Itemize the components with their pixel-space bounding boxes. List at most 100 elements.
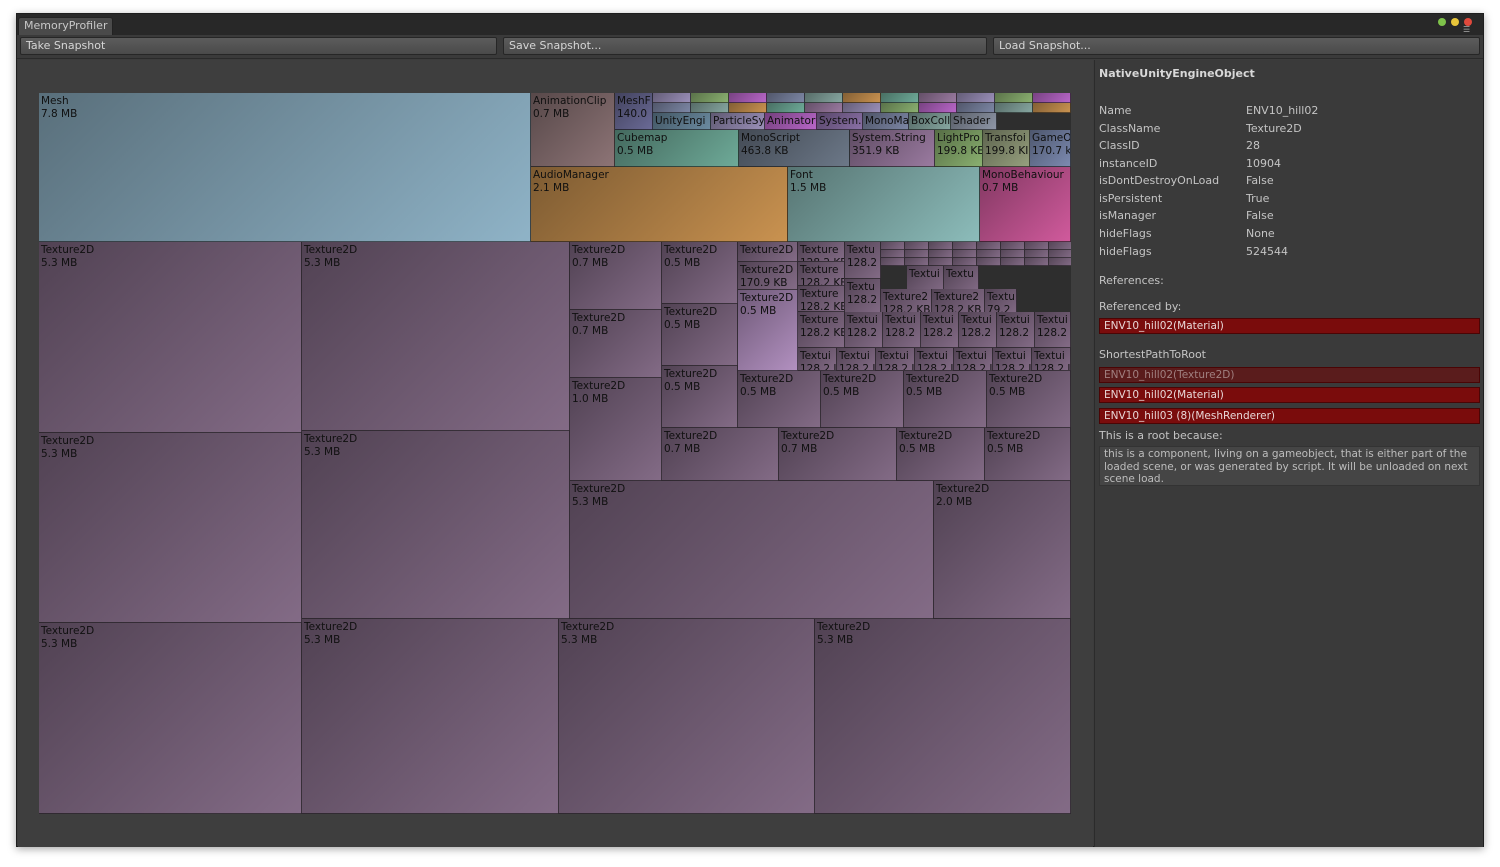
shortest-path-item[interactable]: ENV10_hill02(Texture2D) [1099, 367, 1480, 383]
treemap-small-cell[interactable] [653, 103, 691, 113]
treemap-cell[interactable]: Texture2D 0.5 MB [662, 304, 738, 366]
treemap-cell[interactable]: Texture2D 0.5 MB [738, 371, 821, 428]
treemap-small-cell[interactable] [881, 258, 905, 266]
treemap-small-cell[interactable] [1049, 258, 1071, 266]
treemap-cell[interactable]: Texture128.2 KB [798, 312, 845, 348]
treemap-cell[interactable]: Textui 128.2 I [954, 348, 993, 371]
treemap-small-cell[interactable] [905, 250, 929, 258]
treemap-small-cell[interactable] [767, 103, 805, 113]
treemap-small-cell[interactable] [1033, 103, 1071, 113]
treemap-cell[interactable]: Texture2D 0.7 MB [570, 310, 662, 378]
referenced-by-item[interactable]: ENV10_hill02(Material) [1099, 318, 1480, 334]
treemap-cell[interactable]: Textu 128.2 [845, 242, 881, 279]
treemap-cell[interactable]: Textui 128.2 [921, 312, 959, 348]
treemap-small-cell[interactable] [957, 103, 995, 113]
maximize-icon[interactable] [1438, 18, 1446, 26]
treemap-small-cell[interactable] [767, 93, 805, 103]
treemap-small-cell[interactable] [691, 103, 729, 113]
treemap-cell[interactable]: Textui 128.2 I [876, 348, 915, 371]
treemap-small-cell[interactable] [905, 242, 929, 250]
treemap-small-cell[interactable] [953, 242, 977, 250]
treemap-cell[interactable]: MonoScript 463.8 KB [739, 130, 850, 167]
treemap-cell[interactable]: AnimationClip 0.7 MB [531, 93, 615, 167]
treemap-cell[interactable]: Texture2D 5.3 MB [559, 619, 815, 814]
treemap-small-cell[interactable] [1025, 242, 1049, 250]
treemap-cell[interactable]: Texture128.2 KB [798, 286, 845, 312]
treemap-small-cell[interactable] [881, 93, 919, 103]
treemap-cell[interactable]: MeshF 140.0 [615, 93, 653, 130]
treemap-cell[interactable]: MonoMa [863, 113, 909, 130]
menu-icon[interactable]: ☰ [1463, 26, 1475, 34]
treemap-cell[interactable]: Texture2D 0.5 MB [738, 290, 798, 371]
treemap-cell[interactable]: Texture2D 0.5 MB [987, 371, 1071, 428]
treemap-cell[interactable]: Textui 128.2 I [1032, 348, 1071, 371]
save-snapshot-button[interactable]: Save Snapshot... [503, 37, 987, 55]
treemap-small-cell[interactable] [995, 93, 1033, 103]
treemap-small-cell[interactable] [805, 103, 843, 113]
treemap-cell[interactable]: Texture2D 5.3 MB [39, 623, 302, 814]
treemap-small-cell[interactable] [805, 93, 843, 103]
treemap-cell[interactable]: Texture2D 5.3 MB [302, 242, 570, 431]
treemap-cell[interactable]: Texture128.2 KB [798, 242, 845, 262]
treemap-small-cell[interactable] [977, 242, 1001, 250]
treemap-small-cell[interactable] [953, 258, 977, 266]
treemap-cell[interactable]: Shader [951, 113, 997, 130]
treemap-cell[interactable]: Texture2D 0.5 MB [904, 371, 987, 428]
treemap-small-cell[interactable] [1001, 258, 1025, 266]
treemap-small-cell[interactable] [957, 93, 995, 103]
treemap-cell[interactable]: Texture2D 2.0 MB [934, 481, 1071, 619]
treemap-cell[interactable]: Texture2D 170.9 KB [738, 262, 798, 290]
treemap-small-cell[interactable] [1049, 242, 1071, 250]
treemap-cell[interactable]: Texture2D 0.7 MB [779, 428, 897, 481]
treemap-small-cell[interactable] [977, 250, 1001, 258]
treemap-cell[interactable]: Texture2D 0.7 MB [570, 242, 662, 310]
treemap-small-cell[interactable] [919, 93, 957, 103]
treemap-cell[interactable]: Cubemap 0.5 MB [615, 130, 739, 167]
treemap-small-cell[interactable] [881, 250, 905, 258]
treemap-cell[interactable]: Textui 128.2 I [798, 348, 837, 371]
treemap-cell[interactable]: ParticleSy [711, 113, 765, 130]
treemap-cell[interactable]: Texture2D 0.7 MB [662, 428, 779, 481]
treemap-cell[interactable]: Texture2D 1.0 MB [570, 378, 662, 481]
treemap-small-cell[interactable] [653, 93, 691, 103]
treemap-cell[interactable]: Transfoi 199.8 KI [983, 130, 1030, 167]
treemap-cell[interactable]: Mesh 7.8 MB [39, 93, 531, 242]
treemap-cell[interactable]: Texture2D 0.5 MB [662, 366, 738, 428]
treemap-cell[interactable]: Textui 128.2 [1035, 312, 1071, 348]
treemap-small-cell[interactable] [929, 250, 953, 258]
load-snapshot-button[interactable]: Load Snapshot... [993, 37, 1480, 55]
treemap-small-cell[interactable] [881, 242, 905, 250]
treemap-small-cell[interactable] [929, 242, 953, 250]
treemap-cell[interactable]: BoxColl [909, 113, 951, 130]
shortest-path-item[interactable]: ENV10_hill03 (8)(MeshRenderer) [1099, 408, 1480, 424]
treemap-cell[interactable]: Textui 128.2 [845, 312, 883, 348]
treemap-cell[interactable]: LightPro 199.8 KE [935, 130, 983, 167]
treemap-cell[interactable]: UnityEngi [653, 113, 711, 130]
treemap-small-cell[interactable] [1025, 250, 1049, 258]
treemap-cell[interactable]: Texture2D 5.3 MB [39, 433, 302, 623]
treemap-small-cell[interactable] [729, 103, 767, 113]
treemap-cell[interactable]: Texture2D [738, 242, 798, 262]
treemap-cell[interactable]: Texture2D 0.5 MB [985, 428, 1071, 481]
treemap-cell[interactable]: Texture2D 5.3 MB [302, 431, 570, 619]
treemap-cell[interactable]: Textui 128.2 I [993, 348, 1032, 371]
treemap-small-cell[interactable] [929, 258, 953, 266]
treemap-cell[interactable]: Texture2D 5.3 MB [39, 242, 302, 433]
treemap-small-cell[interactable] [977, 258, 1001, 266]
treemap-cell[interactable]: System.String 351.9 KB [850, 130, 935, 167]
treemap-small-cell[interactable] [1001, 250, 1025, 258]
treemap-small-cell[interactable] [1001, 242, 1025, 250]
treemap-small-cell[interactable] [843, 103, 881, 113]
treemap-cell[interactable]: Texture2D 0.5 MB [662, 242, 738, 304]
treemap-cell[interactable]: Textui 128.2 [997, 312, 1035, 348]
treemap-cell[interactable]: Texture2D 5.3 MB [302, 619, 559, 814]
treemap-cell[interactable]: System.E [817, 113, 863, 130]
shortest-path-item[interactable]: ENV10_hill02(Material) [1099, 387, 1480, 403]
treemap-cell[interactable]: GameO 170.7 k [1030, 130, 1071, 167]
treemap-cell[interactable]: MonoBehaviour 0.7 MB [980, 167, 1071, 242]
treemap-small-cell[interactable] [881, 103, 919, 113]
treemap-small-cell[interactable] [691, 93, 729, 103]
treemap-cell[interactable]: Texture2D 0.5 MB [821, 371, 904, 428]
take-snapshot-button[interactable]: Take Snapshot [20, 37, 497, 55]
treemap-cell[interactable]: Texture128.2 KB [798, 262, 845, 286]
